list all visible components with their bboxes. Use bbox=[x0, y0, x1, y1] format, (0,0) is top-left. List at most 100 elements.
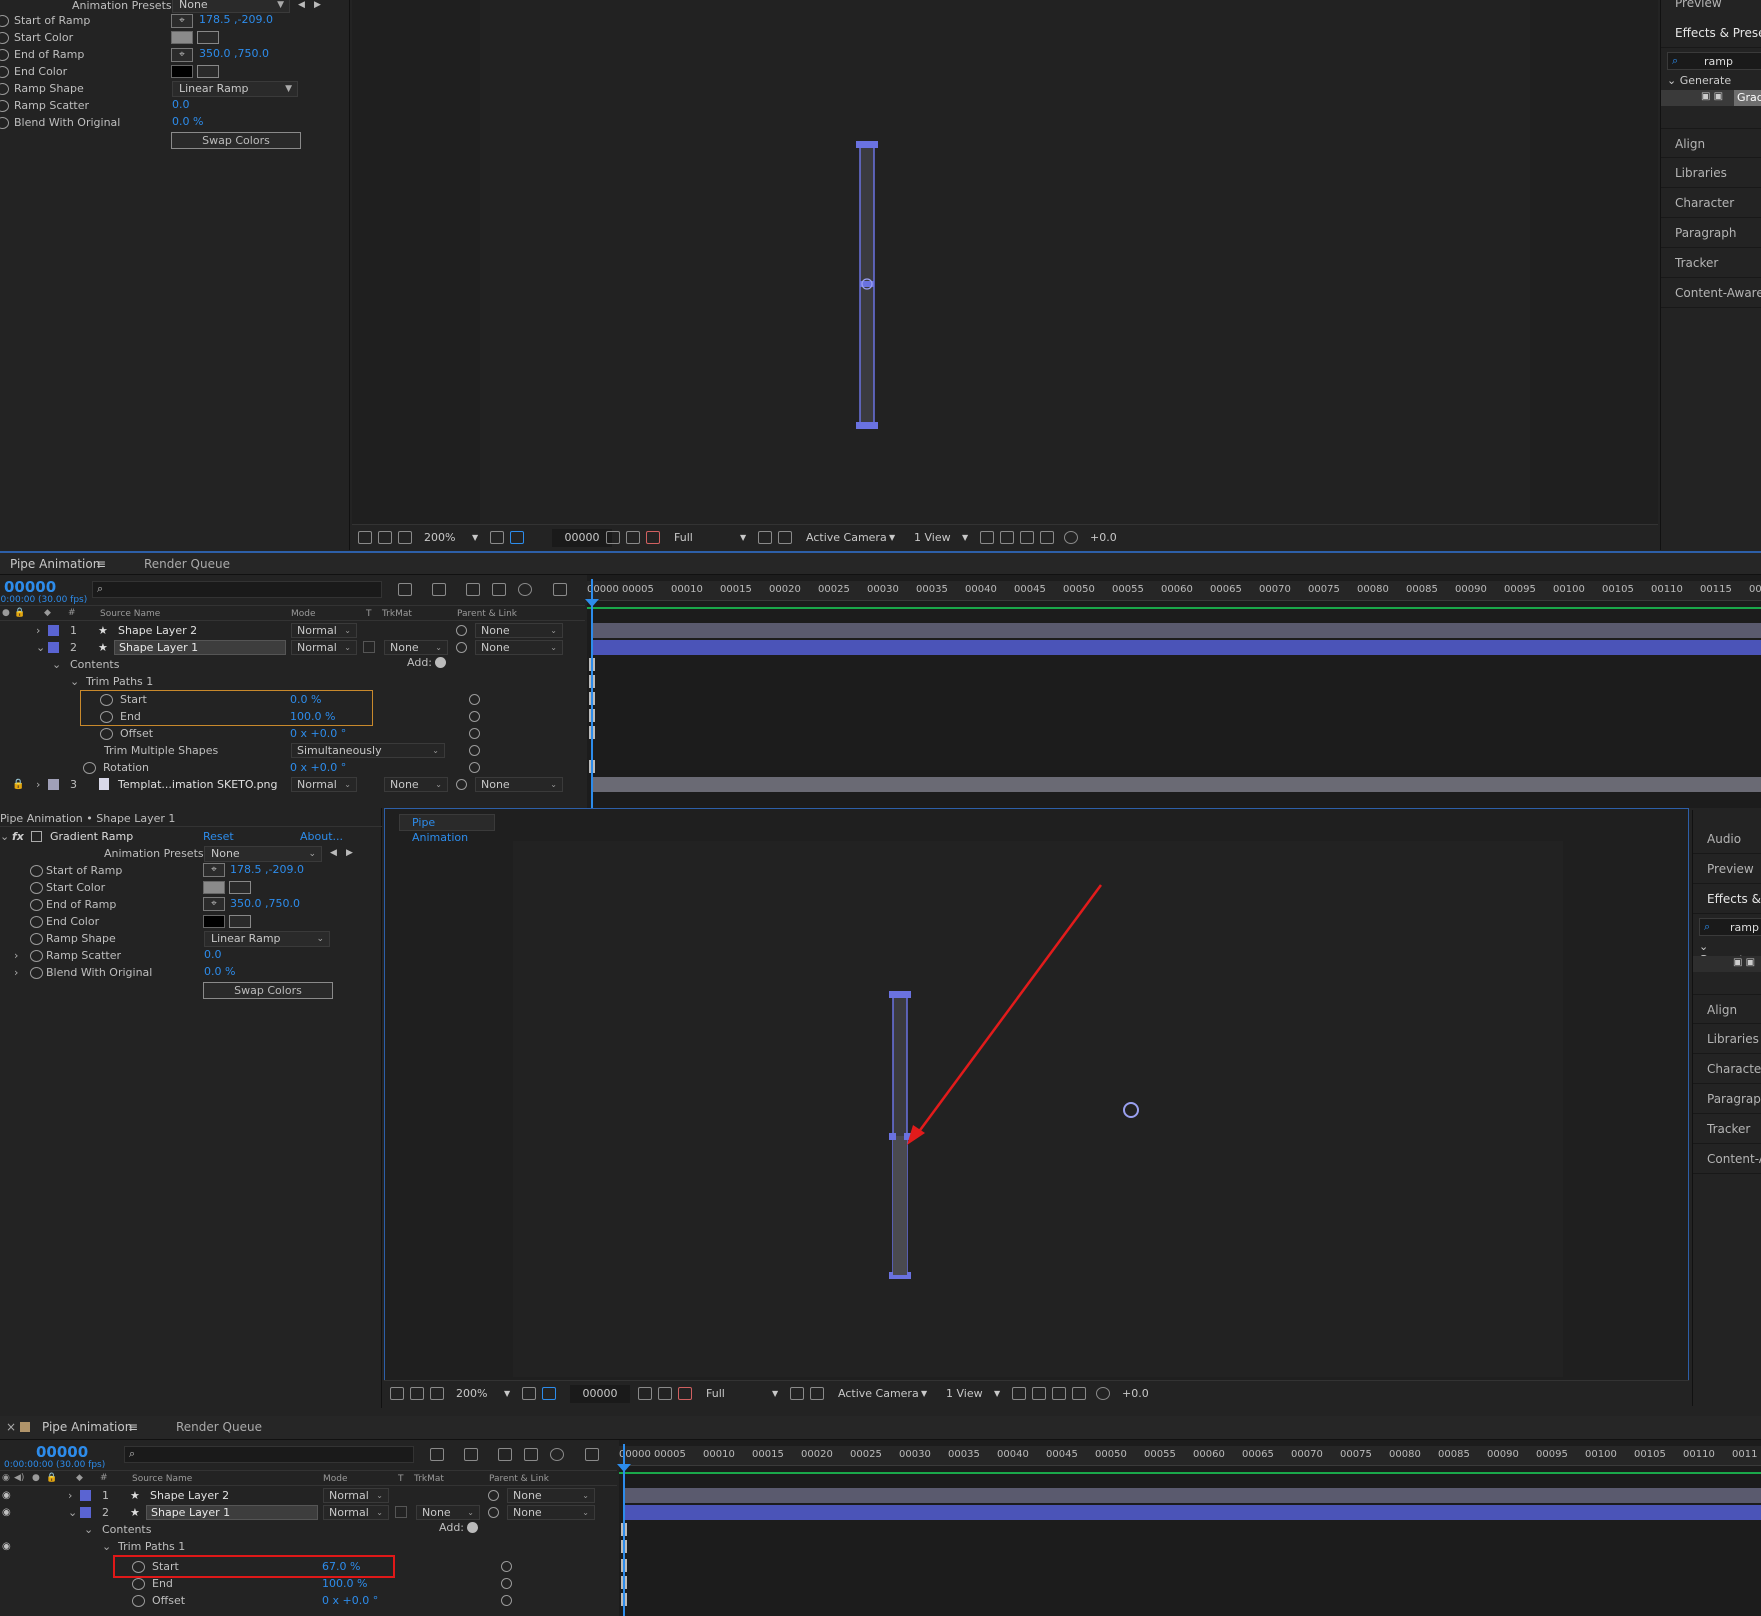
close-icon[interactable]: × bbox=[6, 1420, 16, 1434]
camera-icon[interactable] bbox=[638, 1387, 652, 1400]
point-control-icon[interactable]: ⌖ bbox=[171, 14, 193, 28]
grid-icon[interactable] bbox=[522, 1387, 536, 1400]
stopwatch-icon[interactable] bbox=[0, 32, 9, 44]
trkmat-dropdown[interactable]: None ⌄ bbox=[416, 1505, 480, 1520]
layer-row-1[interactable]: ◉ › 1 ★ Shape Layer 2 Normal ⌄ None ⌄ bbox=[0, 1487, 617, 1504]
toggle-pixel-aspect-icon[interactable] bbox=[980, 531, 994, 544]
panel-menu-icon[interactable]: ≡ bbox=[128, 1420, 138, 1434]
end-of-ramp-value[interactable]: 350.0 ,750.0 bbox=[199, 45, 269, 62]
panel-align[interactable]: Align bbox=[1661, 128, 1761, 158]
generate-category[interactable]: ⌄ Generate bbox=[1667, 74, 1731, 87]
timeline-icon[interactable] bbox=[1052, 1387, 1066, 1400]
chevron-down-icon[interactable]: ⌄ bbox=[68, 1504, 77, 1521]
eyedropper-icon[interactable] bbox=[197, 65, 219, 78]
timecode[interactable]: 00000 bbox=[4, 578, 56, 596]
pickwhip-icon[interactable] bbox=[469, 762, 480, 773]
graph-editor-icon[interactable] bbox=[553, 583, 567, 596]
stopwatch-icon[interactable] bbox=[83, 762, 96, 774]
work-area-bar[interactable] bbox=[587, 607, 1761, 609]
panel-effects-presets[interactable]: Effects & P bbox=[1693, 884, 1761, 914]
start-value[interactable]: 67.0 % bbox=[322, 1558, 360, 1575]
tab-render-queue[interactable]: Render Queue bbox=[144, 557, 230, 571]
roi-icon[interactable] bbox=[790, 1387, 804, 1400]
prop-offset-row[interactable]: Offset 0 x +0.0 ° bbox=[0, 1592, 520, 1609]
start-of-ramp-value[interactable]: 178.5 ,-209.0 bbox=[199, 11, 273, 28]
point-control-icon[interactable]: ⌖ bbox=[203, 897, 225, 911]
preserve-transparency-checkbox[interactable] bbox=[395, 1506, 407, 1518]
panel-character[interactable]: Character bbox=[1693, 1054, 1761, 1084]
preserve-transparency-checkbox[interactable] bbox=[363, 641, 375, 653]
stopwatch-icon[interactable] bbox=[30, 967, 43, 979]
rotation-row[interactable]: Rotation 0 x +0.0 ° bbox=[0, 759, 500, 776]
current-time-field[interactable]: 00000 bbox=[552, 529, 612, 547]
layer-bar-3[interactable] bbox=[591, 777, 1761, 792]
panel-preview[interactable]: Preview bbox=[1693, 854, 1761, 884]
start-of-ramp-value[interactable]: 178.5 ,-209.0 bbox=[230, 861, 304, 878]
graph-editor-icon[interactable] bbox=[585, 1448, 599, 1461]
add-icon[interactable] bbox=[467, 1522, 478, 1533]
time-ruler[interactable]: 00000 00005 00010 00015 00020 00025 00030 00035… bbox=[619, 1446, 1761, 1466]
shy-layers-icon[interactable] bbox=[498, 1448, 512, 1461]
chevron-right-icon[interactable]: › bbox=[68, 1487, 72, 1504]
stopwatch-icon[interactable] bbox=[100, 694, 113, 706]
reset-exposure-icon[interactable] bbox=[1096, 1387, 1110, 1400]
pickwhip-icon[interactable] bbox=[469, 694, 480, 705]
pickwhip-icon[interactable] bbox=[469, 728, 480, 739]
pickwhip-icon[interactable] bbox=[469, 745, 480, 756]
stopwatch-icon[interactable] bbox=[132, 1561, 145, 1573]
region-icon[interactable] bbox=[542, 1387, 556, 1400]
parent-dropdown[interactable]: None ⌄ bbox=[507, 1488, 595, 1503]
gradient-ramp-item[interactable]: ▣ ▣ Gradi bbox=[1661, 90, 1761, 106]
reset-link[interactable]: Reset bbox=[203, 828, 234, 845]
pickwhip-icon[interactable] bbox=[488, 1490, 499, 1501]
mode-dropdown[interactable]: Normal ⌄ bbox=[291, 640, 357, 655]
stopwatch-icon[interactable] bbox=[132, 1595, 145, 1607]
source-name-header[interactable]: Source Name bbox=[100, 609, 160, 619]
current-time-field[interactable]: 00000 bbox=[570, 1385, 630, 1403]
trkmat-dropdown[interactable]: None ⌄ bbox=[384, 640, 448, 655]
panel-content-aware-fill[interactable]: Content-Av bbox=[1693, 1144, 1761, 1174]
chevron-down-icon[interactable]: ⌄ bbox=[102, 1538, 111, 1555]
trkmat-header[interactable]: TrkMat bbox=[382, 609, 412, 619]
panel-tracker[interactable]: Tracker bbox=[1661, 248, 1761, 278]
prev-preset-icon[interactable]: ◀ bbox=[298, 0, 305, 10]
color-channels-icon[interactable] bbox=[678, 1387, 692, 1400]
snapshot-icon[interactable] bbox=[658, 1387, 672, 1400]
end-color-swatch[interactable] bbox=[203, 915, 225, 928]
eyedropper-icon[interactable] bbox=[229, 915, 251, 928]
frame-blending-icon[interactable] bbox=[492, 583, 506, 596]
stopwatch-icon[interactable] bbox=[0, 100, 9, 112]
mode-dropdown[interactable]: Normal ⌄ bbox=[323, 1488, 389, 1503]
chevron-right-icon[interactable]: › bbox=[36, 776, 40, 793]
eyedropper-icon[interactable] bbox=[229, 881, 251, 894]
trkmat-dropdown[interactable]: None ⌄ bbox=[384, 777, 448, 792]
stopwatch-icon[interactable] bbox=[30, 865, 43, 877]
draft-3d-icon[interactable] bbox=[464, 1448, 478, 1461]
stopwatch-icon[interactable] bbox=[30, 933, 43, 945]
camera-dropdown[interactable]: Active Camera bbox=[838, 1385, 919, 1403]
chevron-down-icon[interactable]: ⌄ bbox=[84, 1521, 93, 1538]
stopwatch-icon[interactable] bbox=[0, 66, 9, 78]
animation-presets-dropdown[interactable]: None ⌄ bbox=[204, 846, 322, 862]
panel-preview[interactable]: Preview bbox=[1661, 0, 1761, 18]
next-preset-icon[interactable]: ▶ bbox=[346, 848, 353, 858]
layer-name[interactable]: Templat...imation SKETO.png bbox=[118, 776, 278, 793]
panel-effects-presets[interactable]: Effects & Presets bbox=[1661, 18, 1761, 48]
blend-value[interactable]: 0.0 % bbox=[204, 963, 235, 980]
ramp-scatter-value[interactable]: 0.0 bbox=[204, 946, 222, 963]
exposure-value[interactable]: +0.0 bbox=[1122, 1385, 1149, 1403]
resolution-dropdown[interactable]: Full bbox=[674, 529, 693, 547]
layer-name[interactable]: Shape Layer 2 bbox=[150, 1487, 229, 1504]
anchor-point-icon[interactable] bbox=[1123, 1102, 1139, 1118]
layer-name[interactable]: Shape Layer 1 bbox=[114, 640, 286, 655]
chevron-right-icon[interactable]: › bbox=[36, 622, 40, 639]
label-color[interactable] bbox=[80, 1507, 91, 1518]
about-link[interactable]: About... bbox=[300, 828, 343, 845]
gradient-ramp-item[interactable]: ▣ ▣ bbox=[1693, 956, 1761, 972]
always-preview-icon[interactable] bbox=[358, 531, 372, 544]
stopwatch-icon[interactable] bbox=[0, 117, 9, 129]
trkmat-header[interactable]: TrkMat bbox=[414, 1474, 444, 1484]
playhead-handle[interactable] bbox=[617, 1464, 631, 1472]
pickwhip-icon[interactable] bbox=[469, 711, 480, 722]
stopwatch-icon[interactable] bbox=[30, 950, 43, 962]
